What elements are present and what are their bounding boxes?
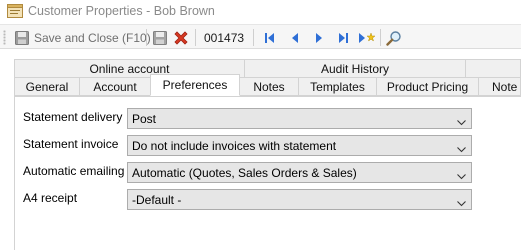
save-close-icon — [14, 30, 30, 46]
last-record-button[interactable] — [336, 28, 350, 47]
previous-record-button[interactable] — [288, 28, 302, 47]
tab-label: Notes — [253, 79, 285, 94]
tab-row1-overflow[interactable] — [465, 59, 521, 78]
tab-label: Note L — [492, 79, 520, 94]
first-record-icon — [263, 31, 277, 45]
statement-delivery-select[interactable]: Post — [127, 108, 472, 129]
customer-properties-window: Customer Properties - Bob Brown Save and… — [0, 0, 521, 250]
statement-invoice-select[interactable]: Do not include invoices with statement — [127, 135, 472, 156]
tab-label: Audit History — [320, 61, 390, 76]
tab-strip: Online account Audit History General Acc… — [14, 57, 521, 97]
tab-label: General — [25, 79, 69, 94]
toolbar-separator — [195, 29, 196, 46]
automatic-emailing-value: Automatic (Quotes, Sales Orders & Sales) — [132, 165, 357, 180]
statement-delivery-value: Post — [132, 111, 157, 126]
chevron-down-icon — [457, 115, 466, 126]
tab-audit-history[interactable]: Audit History — [244, 59, 466, 78]
chevron-down-icon — [457, 196, 466, 207]
save-icon — [152, 30, 168, 46]
tab-label: Account — [93, 79, 137, 94]
save-close-label: Save and Close (F10) — [34, 30, 151, 45]
customer-properties-icon — [7, 4, 23, 18]
chevron-down-icon — [457, 142, 466, 153]
toolbar-separator — [380, 29, 381, 46]
next-record-button[interactable] — [312, 28, 326, 47]
window-title: Customer Properties - Bob Brown — [28, 4, 215, 18]
toolbar-grip[interactable] — [3, 30, 6, 45]
toolbar: Save and Close (F10) 001473 — [0, 24, 521, 49]
previous-record-icon — [288, 31, 302, 45]
tab-note-l[interactable]: Note L — [478, 77, 521, 96]
a4-receipt-label: A4 receipt — [23, 191, 78, 205]
last-record-icon — [336, 31, 350, 45]
next-record-icon — [312, 31, 326, 45]
tab-notes[interactable]: Notes — [239, 77, 299, 96]
save-button[interactable] — [152, 28, 168, 47]
search-icon — [386, 30, 402, 46]
tab-product-pricing[interactable]: Product Pricing — [376, 77, 479, 96]
toolbar-separator — [253, 29, 254, 46]
new-record-button[interactable] — [358, 28, 376, 47]
automatic-emailing-select[interactable]: Automatic (Quotes, Sales Orders & Sales) — [127, 162, 472, 183]
tab-label: Product Pricing — [386, 79, 469, 94]
a4-receipt-select[interactable]: -Default - — [127, 189, 472, 210]
tab-templates[interactable]: Templates — [298, 77, 377, 96]
save-close-button[interactable]: Save and Close (F10) — [14, 28, 151, 47]
tab-account[interactable]: Account — [79, 77, 151, 96]
record-number: 001473 — [204, 28, 244, 47]
new-record-icon — [358, 31, 376, 45]
delete-icon — [173, 30, 189, 46]
search-button[interactable] — [386, 28, 402, 47]
statement-delivery-label: Statement delivery — [23, 110, 123, 124]
chevron-down-icon — [457, 169, 466, 180]
tab-preferences[interactable]: Preferences — [150, 74, 240, 96]
automatic-emailing-label: Automatic emailing — [23, 164, 125, 178]
record-number-value: 001473 — [204, 30, 245, 45]
statement-invoice-value: Do not include invoices with statement — [132, 138, 337, 153]
tab-label: Preferences — [162, 78, 228, 92]
title-bar: Customer Properties - Bob Brown — [0, 0, 521, 24]
statement-invoice-label: Statement invoice — [23, 137, 119, 151]
first-record-button[interactable] — [263, 28, 277, 47]
delete-button[interactable] — [173, 28, 189, 47]
a4-receipt-value: -Default - — [132, 192, 182, 207]
tab-general[interactable]: General — [14, 77, 80, 96]
toolbar-separator — [146, 29, 147, 46]
tab-label: Templates — [310, 79, 365, 94]
